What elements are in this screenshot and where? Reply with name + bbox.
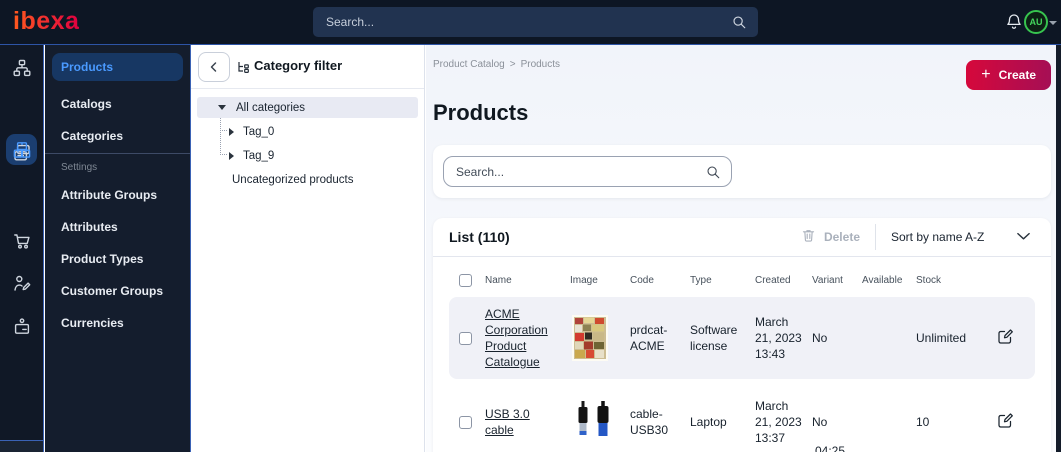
caret-right-icon[interactable]: [229, 151, 234, 160]
row-checkbox[interactable]: [459, 415, 472, 429]
nav-item-attributes[interactable]: Attributes: [52, 213, 183, 241]
ibexa-logo[interactable]: ibexa: [13, 7, 79, 36]
tree-item-all-categories[interactable]: All categories: [197, 97, 418, 118]
trash-icon: [801, 228, 816, 246]
caret-down-icon[interactable]: [218, 105, 226, 110]
table-row: USB 3.0 cable cable-USB30 Laptop March 2…: [449, 383, 1035, 452]
filter-divider: [191, 88, 424, 89]
nav-item-product-types[interactable]: Product Types: [52, 245, 183, 273]
product-search-field[interactable]: [443, 156, 732, 187]
page-title: Products: [433, 100, 529, 125]
tree-connector-stub: [220, 154, 227, 155]
search-icon: [705, 164, 721, 185]
acme-catalogue-thumbnail: [572, 315, 608, 361]
sitemap-icon[interactable]: [12, 58, 32, 83]
tree-connector-stub: [220, 130, 227, 131]
plus-icon: +: [981, 65, 991, 83]
tree-item-tag-0[interactable]: Tag_0: [229, 121, 274, 142]
chevron-down-icon: [1016, 230, 1031, 244]
product-boxes-icon[interactable]: [12, 140, 32, 165]
main-content: Product Catalog > Products + Create Produc…: [426, 45, 1056, 452]
table-header-row: Name Image Code Type Created Variant Ava…: [449, 267, 1035, 293]
row-checkbox[interactable]: [459, 331, 472, 345]
global-search-input[interactable]: [313, 7, 758, 37]
usb-cable-thumbnail: [570, 401, 616, 443]
cart-icon[interactable]: [12, 231, 32, 256]
product-name-link[interactable]: ACME Corporation Product Catalogue: [485, 307, 548, 369]
breadcrumb: Product Catalog > Products: [433, 59, 561, 70]
side-nav: Products Catalogs Categories Settings At…: [45, 45, 190, 452]
nav-item-currencies[interactable]: Currencies: [52, 309, 183, 337]
tree-connector-line: [220, 117, 221, 155]
edit-button[interactable]: [997, 328, 1014, 348]
nav-item-products[interactable]: Products: [52, 53, 183, 81]
table-row: ACME Corporation Product Catalogue prdca…: [449, 297, 1035, 379]
global-search[interactable]: [313, 7, 758, 37]
product-name-link[interactable]: USB 3.0 cable: [485, 407, 530, 437]
partial-row-created-time: 04:25: [815, 444, 846, 452]
user-menu-caret-icon[interactable]: [1049, 21, 1057, 25]
create-button[interactable]: + Create: [966, 60, 1051, 90]
caret-right-icon[interactable]: [229, 127, 234, 136]
rail-footer: [0, 441, 43, 452]
filter-panel-title: Category filter: [254, 58, 343, 73]
select-all-checkbox[interactable]: [459, 273, 472, 287]
breadcrumb-product-catalog[interactable]: Product Catalog: [433, 59, 505, 70]
tree-item-uncategorized[interactable]: Uncategorized products: [232, 169, 353, 190]
audience-icon[interactable]: [12, 273, 32, 298]
category-filter-panel: Category filter All categories Tag_0 Tag…: [190, 45, 425, 452]
delete-button[interactable]: Delete: [801, 228, 860, 246]
nav-item-categories[interactable]: Categories: [52, 122, 183, 150]
tree-item-tag-9[interactable]: Tag_9: [229, 145, 274, 166]
product-list-card: List (110) Delete Sort by name A-Z Name …: [433, 218, 1051, 452]
list-toolbar: List (110) Delete Sort by name A-Z: [433, 218, 1051, 257]
nav-settings-label: Settings: [61, 162, 98, 173]
topbar: ibexa AU: [0, 0, 1061, 45]
search-icon: [731, 14, 747, 35]
list-count-title: List (110): [449, 229, 510, 245]
toolbar-divider: [875, 224, 876, 250]
breadcrumb-products[interactable]: Products: [521, 59, 560, 70]
icon-rail: [0, 45, 44, 452]
nav-item-catalogs[interactable]: Catalogs: [52, 90, 183, 118]
nav-divider: [45, 153, 190, 154]
edit-button[interactable]: [997, 412, 1014, 432]
sort-dropdown[interactable]: Sort by name A-Z: [891, 230, 1031, 244]
product-search-input[interactable]: [444, 157, 731, 186]
user-avatar[interactable]: AU: [1024, 10, 1048, 34]
collapse-panel-button[interactable]: [198, 52, 230, 82]
product-search-card: [433, 145, 1051, 198]
nav-item-customer-groups[interactable]: Customer Groups: [52, 277, 183, 305]
right-edge-strip: [1056, 45, 1061, 452]
category-tree-icon: [236, 60, 250, 79]
vendor-badge-icon[interactable]: [12, 317, 32, 342]
nav-item-attribute-groups[interactable]: Attribute Groups: [52, 181, 183, 209]
notifications-bell-icon[interactable]: [1004, 12, 1024, 37]
